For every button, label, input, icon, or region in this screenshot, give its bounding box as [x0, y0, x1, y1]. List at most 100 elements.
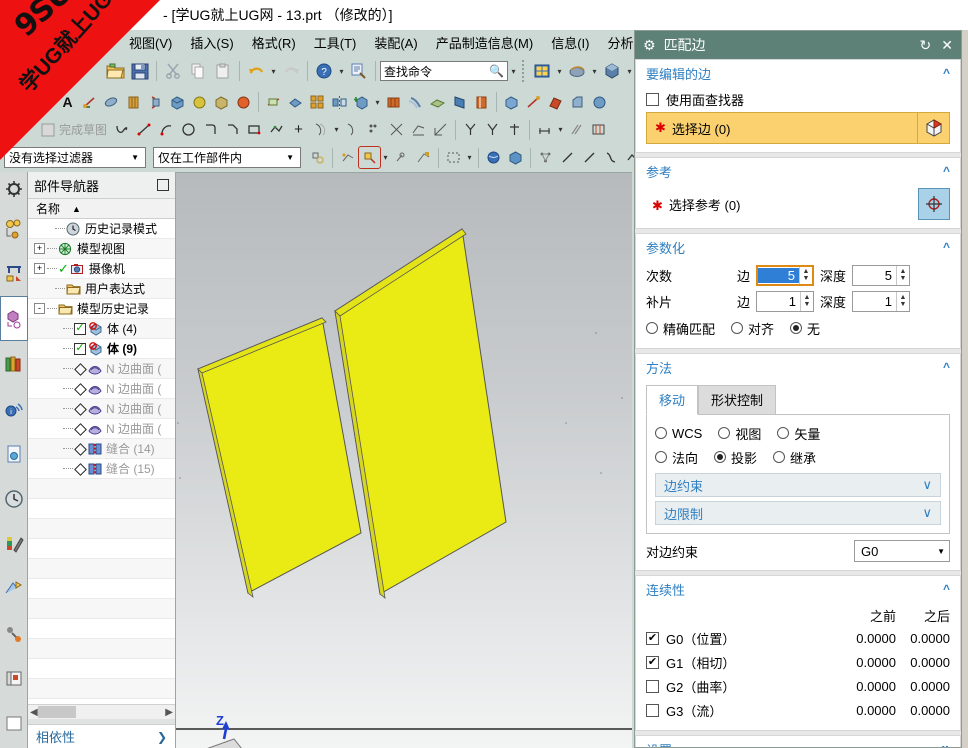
datum-icon[interactable] — [79, 92, 100, 113]
vector-radio[interactable]: 矢量 — [777, 424, 820, 443]
stepper-arrows-icon[interactable]: ▲ ▼ — [799, 266, 812, 284]
patch-depth-stepper[interactable]: 1 ▲ ▼ — [852, 290, 910, 312]
tree-row[interactable]: ✓ 体 (9) — [28, 339, 175, 359]
profile-icon[interactable] — [266, 119, 287, 140]
offset-dropdown-arrow[interactable]: ▾ — [332, 125, 341, 134]
menu-item-information[interactable]: 信息(I) — [542, 31, 598, 54]
degree-edge-value[interactable]: 5 — [758, 267, 799, 283]
tree-row[interactable]: N 边曲面 ( — [28, 399, 175, 419]
g1-checkbox[interactable]: ✔ — [646, 655, 659, 669]
rail-item-system-scenes[interactable] — [0, 566, 28, 611]
tree-check-icon[interactable]: ✓ — [58, 261, 69, 277]
graphics-viewport[interactable]: Z — [176, 172, 632, 748]
pattern-icon[interactable] — [307, 92, 328, 113]
stepper-arrows-icon[interactable]: ▲ ▼ — [800, 291, 813, 311]
parallel-constraint-icon[interactable] — [566, 119, 587, 140]
chevron-down-icon[interactable]: ∨ — [940, 742, 950, 747]
snap-point-icon[interactable] — [337, 147, 358, 168]
close-icon[interactable]: ✕ — [941, 37, 953, 54]
move-face-icon[interactable] — [285, 92, 306, 113]
dimension-icon[interactable] — [534, 119, 555, 140]
rail-item-blank-panel[interactable] — [0, 701, 28, 746]
sphere-icon[interactable] — [189, 92, 210, 113]
tree-row[interactable]: 用户表达式 — [28, 279, 175, 299]
edge-limit-collapsible[interactable]: 边限制 ∨ — [655, 501, 941, 525]
tree-row[interactable]: 缝合 (15) — [28, 459, 175, 479]
inherit-radio[interactable]: 继承 — [773, 448, 816, 467]
blend-icon[interactable] — [233, 92, 254, 113]
save-icon[interactable] — [128, 59, 152, 83]
add-feature-icon[interactable] — [351, 92, 372, 113]
use-face-finder-row[interactable]: 使用面查找器 — [646, 88, 950, 110]
degree-edge-stepper[interactable]: 5 ▲ ▼ — [756, 264, 814, 286]
opposite-constraint-dropdown[interactable]: G0 ▼ — [854, 540, 950, 562]
arc-icon[interactable] — [156, 119, 177, 140]
mirror-icon[interactable] — [329, 92, 350, 113]
measure-icon[interactable] — [523, 92, 544, 113]
line-icon[interactable] — [134, 119, 155, 140]
ruled-icon[interactable] — [449, 92, 470, 113]
help-dropdown-arrow[interactable]: ▾ — [337, 67, 346, 76]
rectangle-select-icon[interactable] — [443, 147, 464, 168]
degree-depth-value[interactable]: 5 — [853, 268, 896, 283]
use-face-finder-checkbox[interactable] — [646, 92, 659, 106]
tree-suppressed-icon[interactable] — [74, 363, 85, 374]
snap-quadrant-icon[interactable] — [413, 147, 434, 168]
rail-item-part-navigator[interactable] — [0, 296, 28, 341]
command-finder-icon[interactable] — [347, 59, 371, 83]
tree-row[interactable]: + ✓ 摄像机 — [28, 259, 175, 279]
tree-checkbox[interactable]: ✓ — [74, 322, 86, 335]
solid-body-icon[interactable] — [505, 147, 526, 168]
tree-expander-icon[interactable]: - — [34, 303, 45, 314]
copy-icon[interactable] — [186, 59, 210, 83]
undo-dropdown-arrow[interactable]: ▾ — [269, 67, 278, 76]
chamfer-sketch-icon[interactable] — [222, 119, 243, 140]
shaded-face-icon[interactable] — [483, 147, 504, 168]
more-icon[interactable] — [589, 92, 610, 113]
navigator-horizontal-scrollbar[interactable]: ◀ ▶ — [28, 704, 175, 719]
menu-item-view[interactable]: 视图(V) — [120, 31, 181, 54]
shaded-view-icon[interactable] — [600, 59, 624, 83]
through-curves-icon[interactable] — [471, 92, 492, 113]
scroll-left-arrow-icon[interactable]: ◀ — [30, 707, 38, 718]
g3-checkbox[interactable] — [646, 703, 659, 717]
tree-row[interactable]: 缝合 (14) — [28, 439, 175, 459]
chamfer-icon[interactable] — [567, 92, 588, 113]
parameterization-section-header[interactable]: 参数化 ^ — [636, 234, 960, 260]
tree-row[interactable]: N 边曲面 ( — [28, 419, 175, 439]
point-icon[interactable]: + — [288, 119, 309, 140]
rail-item-role[interactable] — [0, 172, 28, 206]
tree-row[interactable]: + 模型视图 — [28, 239, 175, 259]
navigator-column-header[interactable]: 名称 ▲ — [28, 198, 175, 219]
normal-radio[interactable]: 法向 — [655, 448, 698, 467]
edge-constraint-collapsible[interactable]: 边约束 ∨ — [655, 473, 941, 497]
derive-line-icon[interactable] — [430, 119, 451, 140]
offset-surface-icon[interactable] — [405, 92, 426, 113]
command-finder-dropdown-arrow[interactable]: ▾ — [509, 67, 518, 76]
pattern-curve-icon[interactable] — [364, 119, 385, 140]
select-assembly-icon[interactable] — [307, 147, 328, 168]
select-edge-button[interactable] — [918, 112, 950, 144]
shaded-dropdown-arrow[interactable]: ▾ — [625, 67, 634, 76]
fillet-icon[interactable] — [200, 119, 221, 140]
chevron-up-icon[interactable]: ^ — [943, 164, 950, 178]
rail-item-system-visual-reporting[interactable] — [0, 611, 28, 656]
dependencies-section[interactable]: 相依性 ❯ — [28, 724, 175, 748]
show-constraints-icon[interactable] — [504, 119, 525, 140]
mirror-curve-icon[interactable] — [342, 119, 363, 140]
boolean-unite-icon[interactable] — [501, 92, 522, 113]
continuity-row-g2[interactable]: G2（曲率） 0.0000 0.0000 — [646, 674, 950, 698]
trim-icon[interactable] — [263, 92, 284, 113]
rail-item-reuse-library[interactable] — [0, 341, 28, 386]
rail-item-history[interactable] — [0, 476, 28, 521]
command-finder-input[interactable]: 查找命令 🔍 — [380, 61, 508, 81]
select-edge-row[interactable]: ✱ 选择边 (0) — [646, 112, 950, 144]
menu-item-assembly[interactable]: 装配(A) — [365, 31, 426, 54]
select-reference-field[interactable]: ✱ 选择参考 (0) — [646, 195, 918, 214]
stepper-arrows-icon[interactable]: ▲ ▼ — [896, 265, 909, 285]
sketch-curve-icon[interactable] — [112, 119, 133, 140]
tree-checkbox[interactable]: ✓ — [74, 342, 86, 355]
degree-depth-stepper[interactable]: 5 ▲ ▼ — [852, 264, 910, 286]
chevron-up-icon[interactable]: ^ — [943, 66, 950, 80]
patch-edge-stepper[interactable]: 1 ▲ ▼ — [756, 290, 814, 312]
